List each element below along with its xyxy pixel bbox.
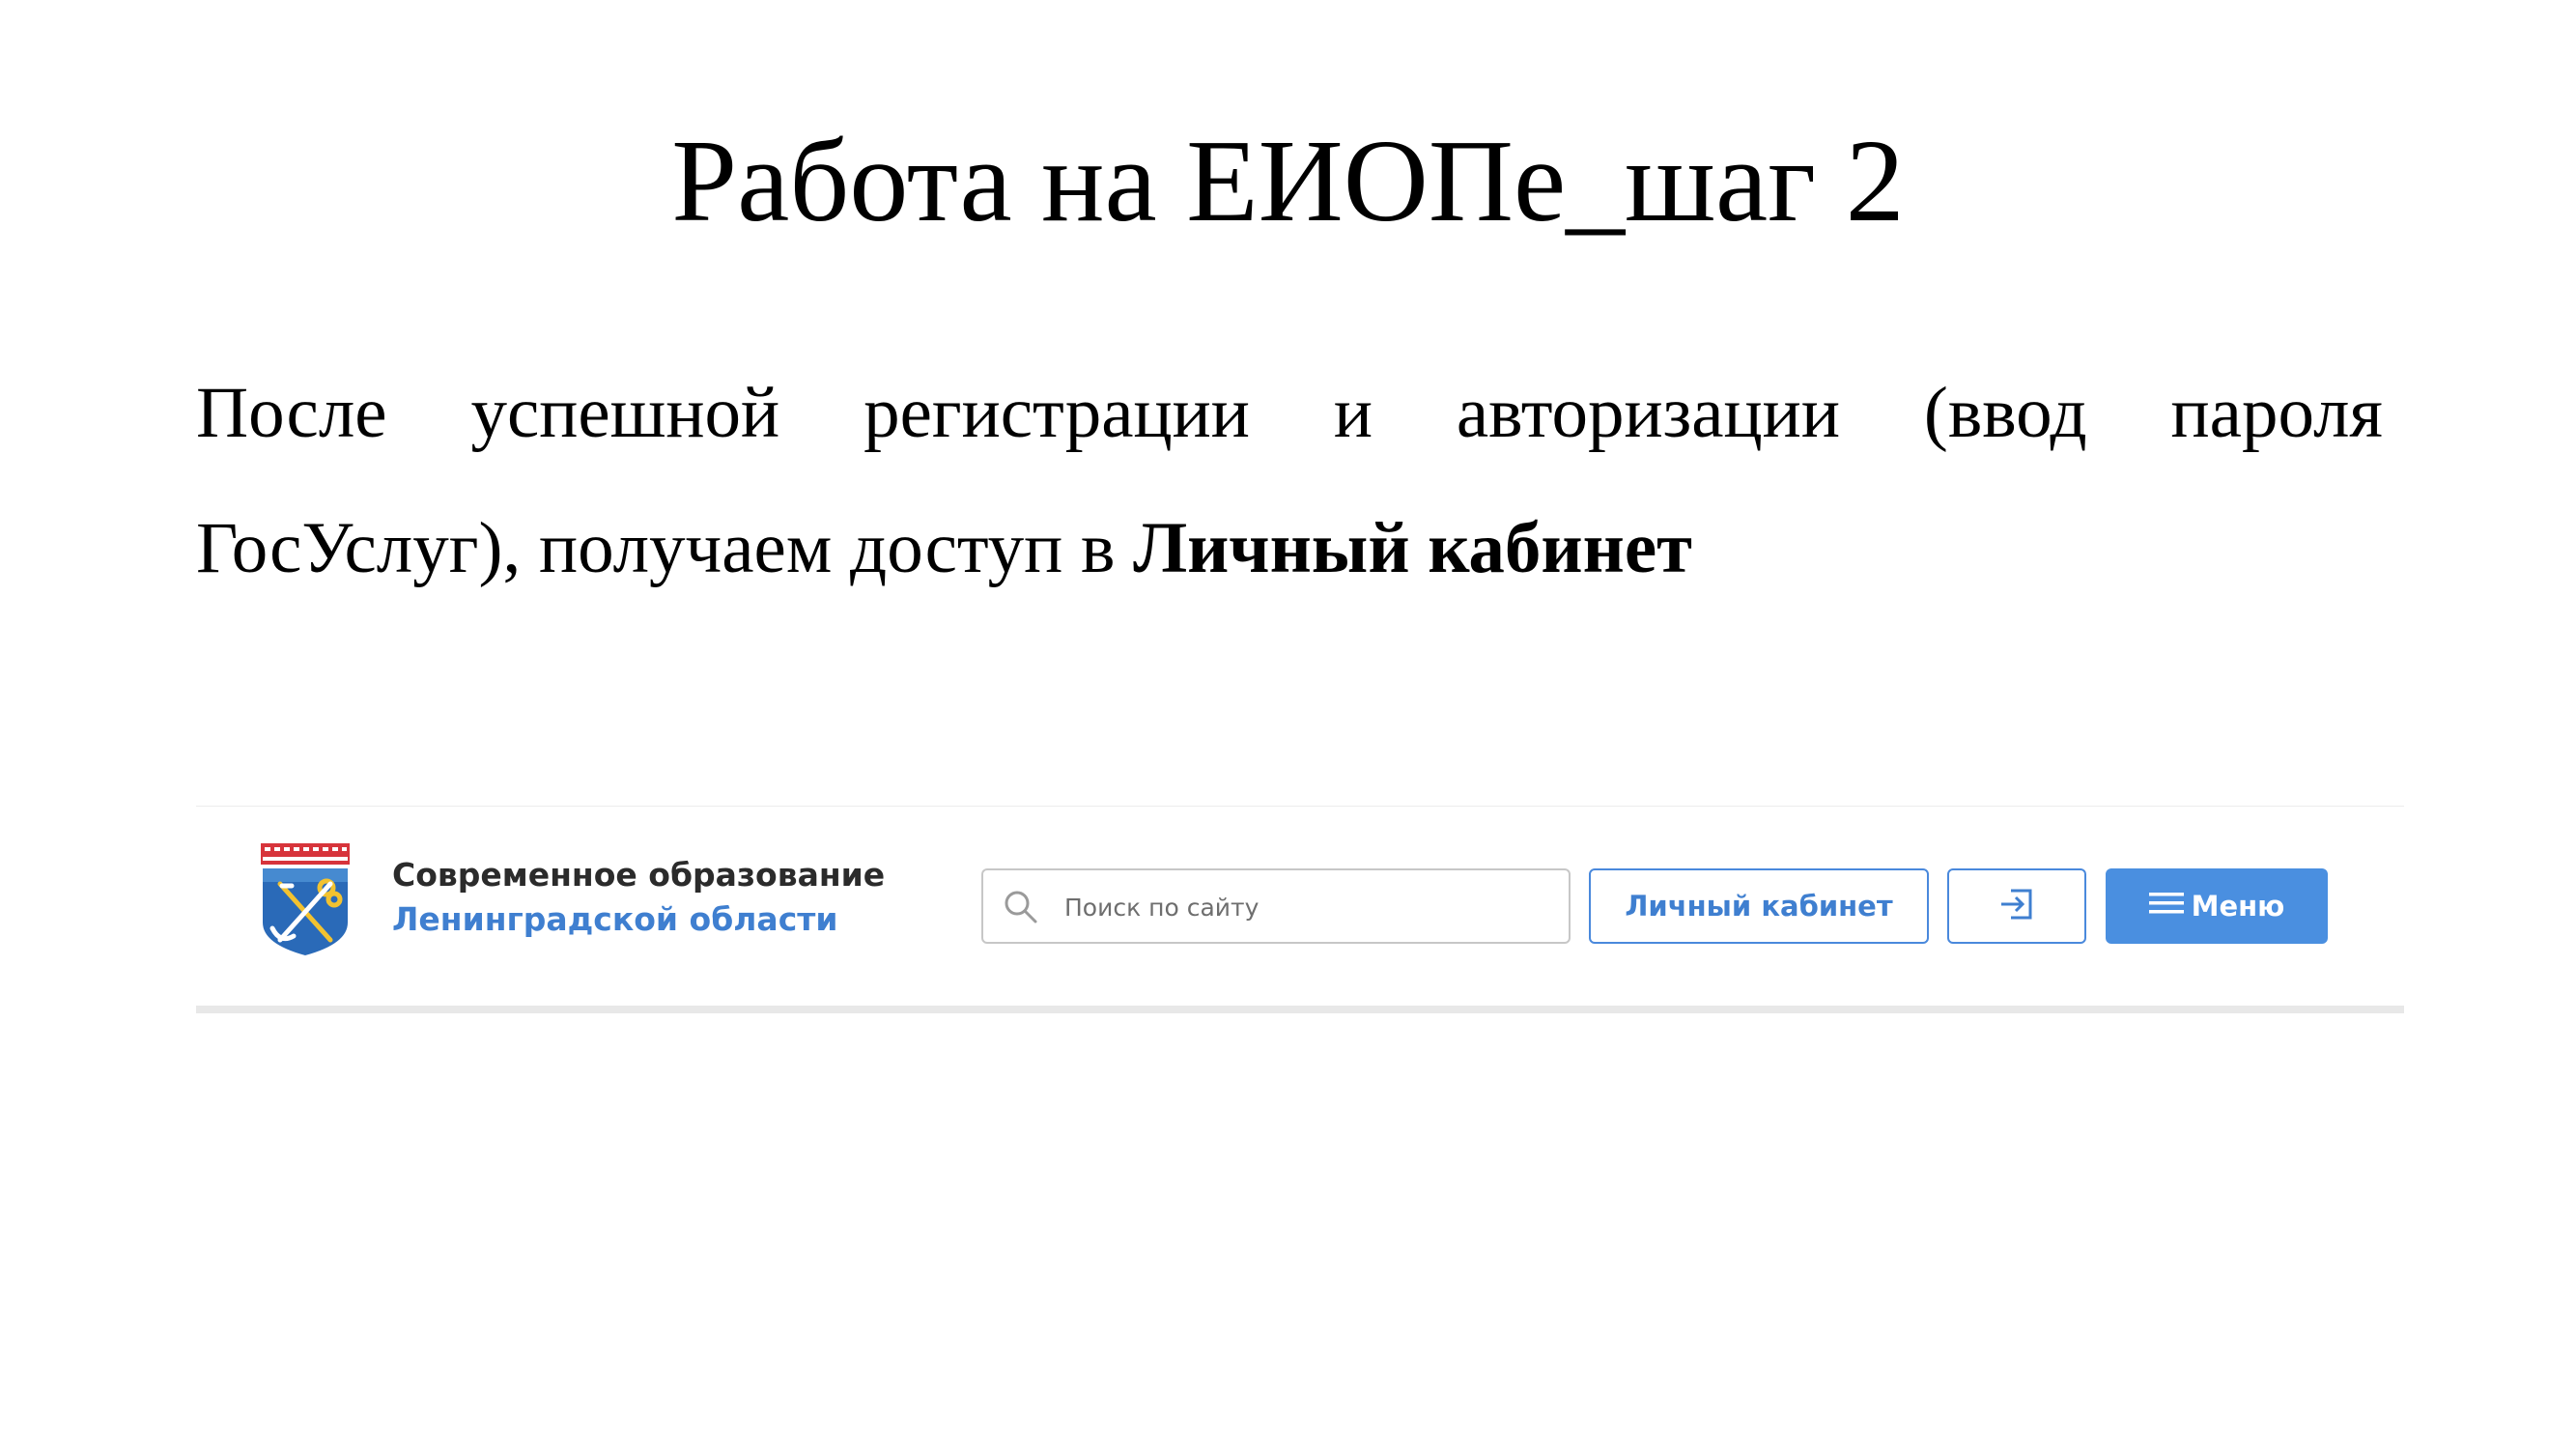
menu-label: Меню <box>2191 890 2285 923</box>
brand-subtitle: Ленинградской области <box>392 900 838 938</box>
menu-button[interactable]: Меню <box>2106 868 2328 944</box>
site-header: Современное образование Ленинградской об… <box>196 806 2404 1009</box>
login-icon <box>1997 887 2036 925</box>
personal-cabinet-button[interactable]: Личный кабинет <box>1589 868 1929 944</box>
hamburger-icon <box>2148 890 2184 923</box>
personal-cabinet-label: Личный кабинет <box>1625 890 1893 923</box>
body-line-2: ГосУслуг), получаем доступ в Личный каби… <box>196 481 2383 616</box>
brand-title: Современное образование <box>392 856 886 894</box>
body-text-plain: ГосУслуг), получаем доступ в <box>196 508 1134 588</box>
body-word: (ввод <box>1923 373 2087 453</box>
login-button[interactable] <box>1947 868 2086 944</box>
body-word: и <box>1333 373 1373 453</box>
coat-of-arms-icon[interactable] <box>259 843 352 957</box>
slide-body-text: После успешной регистрации и авторизации… <box>196 346 2383 616</box>
body-line-1: После успешной регистрации и авторизации… <box>196 346 2383 481</box>
body-word: пароля <box>2170 373 2383 453</box>
site-brand[interactable]: Современное образование Ленинградской об… <box>392 853 885 942</box>
body-text-bold: Личный кабинет <box>1133 508 1692 588</box>
body-word: После <box>196 373 387 453</box>
body-word: успешной <box>470 373 780 453</box>
body-word: авторизации <box>1456 373 1840 453</box>
body-word: регистрации <box>863 373 1250 453</box>
search-input[interactable] <box>1062 870 1549 944</box>
search-icon <box>1003 889 1039 925</box>
slide-title: Работа на ЕИОПе_шаг 2 <box>671 116 1905 246</box>
header-divider <box>196 1006 2404 1013</box>
search-box[interactable] <box>981 868 1571 944</box>
